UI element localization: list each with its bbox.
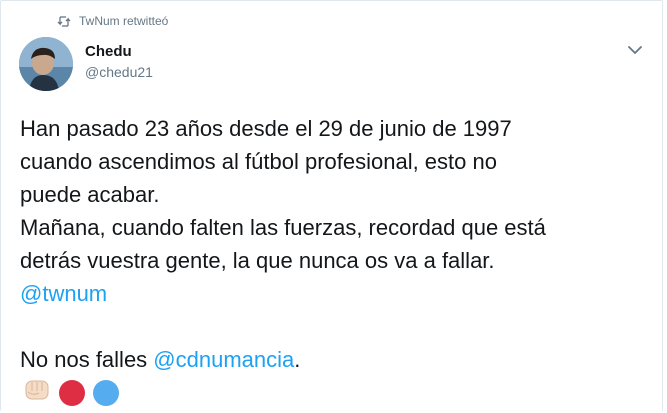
fist-icon: [23, 377, 51, 408]
retweet-icon: [57, 15, 71, 27]
mention-link[interactable]: @cdnumancia: [153, 347, 294, 372]
tweet-line: detrás vuestra gente, la que nunca os va…: [20, 248, 495, 273]
blue-circle-icon: [93, 379, 119, 406]
chevron-down-icon[interactable]: [627, 43, 643, 55]
red-circle-icon: [59, 379, 85, 406]
tweet-line: puede acabar.: [20, 182, 160, 207]
author-name[interactable]: Chedu: [85, 43, 132, 60]
mention-link[interactable]: @twnum: [20, 281, 107, 306]
tweet-line: Han pasado 23 años desde el 29 de junio …: [20, 116, 512, 141]
tweet-card[interactable]: TwNum retwitteó Chedu @chedu21 Han pasad…: [0, 0, 663, 411]
avatar[interactable]: [19, 37, 73, 91]
retweet-context: TwNum retwitteó: [57, 14, 168, 28]
tweet-line: @twnum: [20, 277, 620, 310]
tweet-text: Han pasado 23 años desde el 29 de junio …: [20, 112, 620, 376]
tweet-line: No nos falles @cdnumancia.: [20, 343, 620, 376]
emoji-row: [23, 377, 119, 408]
tweet-line: cuando ascendimos al fútbol profesional,…: [20, 149, 497, 174]
tweet-line-prefix: No nos falles: [20, 347, 154, 372]
tweet-line-suffix: .: [294, 347, 301, 372]
author-handle[interactable]: @chedu21: [85, 64, 153, 80]
tweet-line: Mañana, cuando falten las fuerzas, recor…: [20, 215, 546, 240]
retweet-text[interactable]: TwNum retwitteó: [79, 14, 168, 28]
